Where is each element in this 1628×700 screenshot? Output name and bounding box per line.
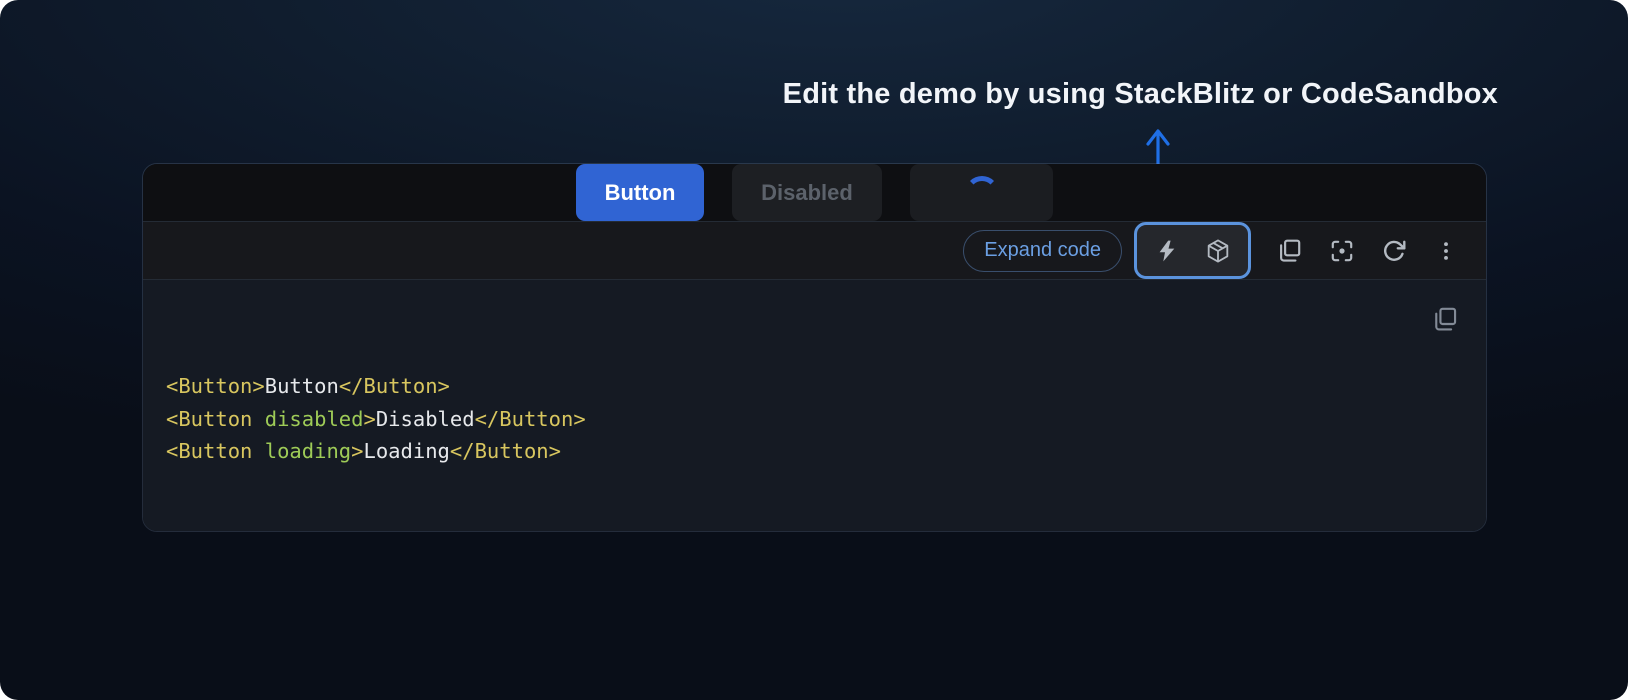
refresh-icon <box>1381 238 1407 264</box>
loading-button[interactable] <box>910 164 1053 221</box>
copy-icon <box>1277 238 1303 264</box>
codesandbox-icon <box>1205 238 1231 264</box>
stackblitz-button[interactable] <box>1154 238 1180 264</box>
more-icon <box>1435 238 1457 264</box>
loading-spinner-icon <box>965 176 999 210</box>
codesandbox-button[interactable] <box>1205 238 1231 264</box>
more-button[interactable] <box>1433 238 1459 264</box>
primary-button[interactable]: Button <box>576 164 704 221</box>
copy-code-button[interactable] <box>1277 238 1303 264</box>
expand-code-button[interactable]: Expand code <box>963 230 1122 272</box>
code-line: <Button disabled>Disabled</Button> <box>166 403 1416 436</box>
scan-icon <box>1329 238 1355 264</box>
annotation-heading: Edit the demo by using StackBlitz or Cod… <box>783 78 1498 111</box>
code-line: <Button loading>Loading</Button> <box>166 435 1416 468</box>
code-line: <Button>Button</Button> <box>166 370 1416 403</box>
online-editors-highlight-group <box>1134 222 1251 279</box>
refresh-button[interactable] <box>1381 238 1407 264</box>
app-background: Edit the demo by using StackBlitz or Cod… <box>0 0 1628 700</box>
demo-toolbar: Expand code <box>143 221 1486 280</box>
scan-button[interactable] <box>1329 238 1355 264</box>
demo-card: Button Disabled Expand code <box>142 163 1487 532</box>
code-block: <Button>Button</Button><Button disabled>… <box>143 280 1486 532</box>
code-lines: <Button>Button</Button><Button disabled>… <box>166 370 1416 468</box>
disabled-button[interactable]: Disabled <box>732 164 882 221</box>
thunderbolt-icon <box>1155 239 1179 263</box>
code-copy-button[interactable] <box>1437 305 1465 333</box>
demo-preview: Button Disabled <box>143 164 1486 221</box>
copy-icon <box>1432 276 1469 363</box>
